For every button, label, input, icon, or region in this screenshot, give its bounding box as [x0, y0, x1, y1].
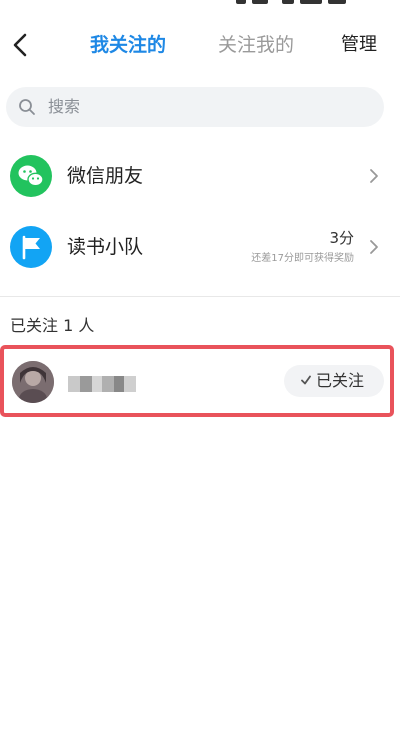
- status-icon: [236, 0, 246, 4]
- list-item-wechat-friends[interactable]: 微信朋友: [0, 147, 400, 207]
- chevron-right-icon: [368, 238, 380, 256]
- tab-followers[interactable]: 关注我的: [218, 32, 294, 58]
- checkmark-icon: [301, 375, 311, 385]
- list-item-label: 微信朋友: [67, 165, 144, 187]
- username-redacted: [68, 374, 136, 394]
- list-item-label: 读书小队: [67, 236, 144, 258]
- avatar[interactable]: [12, 361, 54, 403]
- followed-label: 已关注: [316, 371, 365, 390]
- manage-button[interactable]: 管理: [341, 32, 377, 58]
- tab-following[interactable]: 我关注的: [90, 32, 166, 58]
- team-reward-hint: 还差17分即可获得奖励: [251, 253, 354, 264]
- section-divider: [0, 296, 400, 297]
- status-icon: [252, 0, 268, 4]
- status-icon: [300, 0, 322, 4]
- highlight-frame: 已关注: [0, 345, 394, 417]
- search-placeholder: 搜索: [48, 97, 81, 116]
- status-icon: [328, 0, 346, 4]
- list-item-reading-team[interactable]: 读书小队 3分 还差17分即可获得奖励: [0, 218, 400, 278]
- search-input[interactable]: 搜索: [6, 87, 384, 127]
- team-points: 3分: [329, 229, 354, 247]
- header: 我关注的 关注我的 管理: [0, 22, 400, 68]
- followed-button[interactable]: 已关注: [284, 365, 384, 397]
- search-icon: [19, 99, 35, 115]
- back-button[interactable]: [6, 28, 36, 62]
- chevron-left-icon: [13, 33, 27, 57]
- wechat-icon: [10, 155, 52, 197]
- following-count: 已关注 1 人: [10, 316, 95, 335]
- status-icon: [282, 0, 294, 4]
- status-bar: [0, 0, 400, 8]
- user-row[interactable]: 已关注: [8, 353, 386, 409]
- flag-icon: [10, 226, 52, 268]
- chevron-right-icon: [368, 167, 380, 185]
